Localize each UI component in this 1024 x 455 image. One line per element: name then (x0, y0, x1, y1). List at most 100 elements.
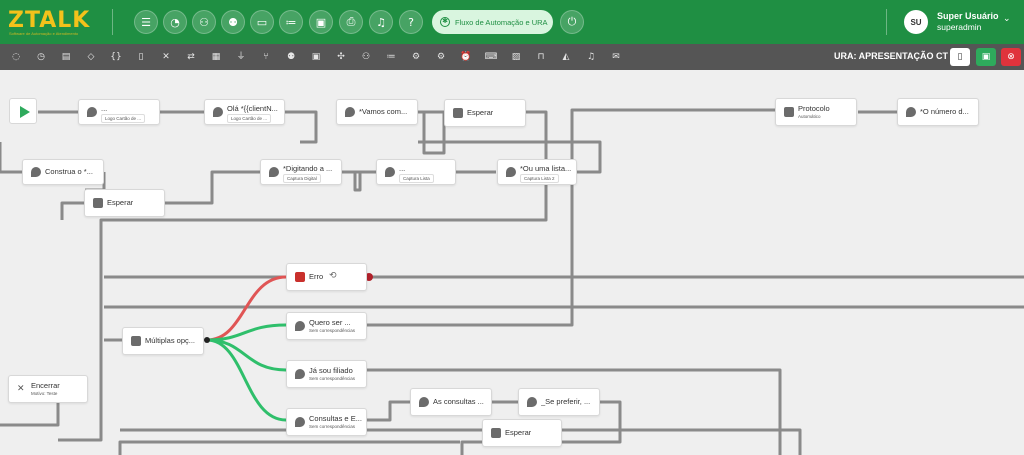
tag-icon[interactable]: ◇ (84, 50, 98, 64)
alarm-icon (93, 198, 103, 208)
chat-bubble-icon (31, 167, 41, 177)
message-node[interactable]: As consultas ... (410, 388, 492, 416)
chat-bubble-icon (506, 167, 516, 177)
delete-icon[interactable]: ⊗ (1001, 48, 1021, 66)
node-title: Já sou filiado (309, 366, 353, 375)
user-role: superadmin (937, 22, 982, 32)
avatar[interactable]: SU (904, 10, 928, 34)
protocol-node[interactable]: Protocolo Automático (775, 98, 857, 126)
wait-node[interactable]: Esperar (482, 419, 562, 447)
chat-bubble-icon (269, 167, 279, 177)
alarm-icon[interactable]: ⏰ (459, 50, 473, 64)
message-node[interactable]: Construa o *... (22, 159, 104, 185)
swap-icon[interactable]: ⇄ (184, 50, 198, 64)
device-icon[interactable]: ▯ (950, 48, 970, 66)
node-title: ... (101, 104, 108, 113)
top-header: ZTALK Software de Automação e Atendiment… (0, 0, 1024, 44)
user-check-icon[interactable]: ⚇ (359, 50, 373, 64)
node-subtitle: Motivo: Teste (31, 391, 58, 396)
lock-icon[interactable]: ⊓ (534, 50, 548, 64)
option-node[interactable]: Já sou filiado Sem correspondências (286, 360, 367, 388)
table-icon (131, 336, 141, 346)
automation-flow-label: Fluxo de Automação e URA (455, 17, 548, 27)
message-node[interactable]: Olá *{{clientN... Logo Cartão de ... (204, 99, 285, 125)
end-node[interactable]: ✕ Encerrar Motivo: Teste (8, 375, 88, 403)
list-icon[interactable]: ☰ (134, 10, 158, 34)
message-icon[interactable]: ◌ (9, 50, 23, 64)
keyboard-icon[interactable]: ⌨ (484, 50, 498, 64)
chat-bubble-icon (419, 397, 429, 407)
print-icon[interactable]: ⎙ (339, 10, 363, 34)
table-icon[interactable]: ▦ (209, 50, 223, 64)
node-title: Múltiplas opç... (145, 336, 196, 345)
chat-icon[interactable]: ▭ (250, 10, 274, 34)
dashboard-icon[interactable]: ◔ (163, 10, 187, 34)
start-node[interactable] (9, 98, 37, 124)
node-title: Esperar (505, 428, 532, 437)
gear-plus-icon[interactable]: ⚙ (434, 50, 448, 64)
book-icon[interactable]: ▯ (134, 50, 148, 64)
node-subtitle: Sem correspondências (309, 424, 356, 429)
close-icon[interactable]: ✕ (159, 50, 173, 64)
node-title: ... (399, 164, 406, 173)
option-node[interactable]: Consultas e E... Sem correspondências (286, 408, 367, 436)
capture-node[interactable]: ... Captura Lista (376, 159, 456, 185)
error-node[interactable]: Erro ⟲ (286, 263, 367, 291)
option-node[interactable]: Quero ser ... Sem correspondências (286, 312, 367, 340)
branch-icon[interactable]: ⑂ (259, 50, 273, 64)
alarm-icon (453, 108, 463, 118)
capture-node[interactable]: *Digitando a ... Captura Digital (260, 159, 342, 185)
chat-bubble-icon (527, 397, 537, 407)
gears-icon[interactable]: ⚙ (409, 50, 423, 64)
power-icon[interactable]: ⏻ (560, 10, 584, 34)
chat-bubble-icon (906, 107, 916, 117)
capture-node[interactable]: *Ou uma lista... Captura Lista 2 (497, 159, 577, 185)
message-node[interactable]: *Vamos com... (336, 99, 418, 125)
flow-canvas[interactable]: ... Logo Cartão de ... Olá *{{clientN...… (0, 70, 1024, 455)
node-subtitle: Captura Lista (399, 174, 434, 183)
chat-bubble-icon (87, 107, 97, 117)
node-title: Encerrar (31, 381, 60, 390)
brand-logo[interactable]: ZTALK (8, 8, 90, 33)
variable-icon[interactable]: {} (109, 50, 123, 64)
protocol-icon (784, 107, 794, 117)
image-icon[interactable]: ▨ (509, 50, 523, 64)
user-settings-icon[interactable]: ⚉ (284, 50, 298, 64)
plug-icon[interactable]: ⏚ (234, 50, 248, 64)
help-icon[interactable]: ? (399, 10, 423, 34)
chat-bubble-icon (213, 107, 223, 117)
node-title: *Vamos com... (359, 107, 408, 116)
bell-icon[interactable]: ♫ (369, 10, 393, 34)
network-icon[interactable]: ✣ (334, 50, 348, 64)
wait-node[interactable]: Esperar (444, 99, 526, 127)
brand-tagline: Software de Automação e Atendimento (9, 31, 79, 36)
card-icon[interactable]: ▤ (59, 50, 73, 64)
play-icon (20, 106, 30, 118)
multiple-options-node[interactable]: Múltiplas opç... (122, 327, 204, 355)
node-subtitle: Automático (798, 114, 821, 119)
refresh-icon[interactable]: ⟲ (329, 271, 337, 281)
tasks-icon[interactable]: ≔ (279, 10, 303, 34)
user-name[interactable]: Super Usuário (937, 11, 999, 21)
contacts-book-icon[interactable]: ▣ (309, 10, 333, 34)
node-title: Protocolo (798, 104, 830, 113)
chart-icon[interactable]: ◭ (559, 50, 573, 64)
automation-flow-tab[interactable]: ✱ Fluxo de Automação e URA (432, 10, 553, 34)
bell-icon[interactable]: ♫ (584, 50, 598, 64)
message-node[interactable]: *O número d... (897, 98, 979, 126)
contact-card-icon[interactable]: ▣ (309, 50, 323, 64)
ura-title: URA: APRESENTAÇÃO CT (834, 51, 948, 61)
message-node[interactable]: ... Logo Cartão de ... (78, 99, 160, 125)
contacts-icon[interactable]: ⚇ (192, 10, 216, 34)
save-icon[interactable]: ▣ (976, 48, 996, 66)
checklist-icon[interactable]: ≔ (384, 50, 398, 64)
node-title: Quero ser ... (309, 318, 351, 327)
node-title: Erro (309, 272, 324, 281)
mail-icon[interactable]: ✉ (609, 50, 623, 64)
wait-node[interactable]: Esperar (84, 189, 165, 217)
clock-icon[interactable]: ◷ (34, 50, 48, 64)
add-user-icon[interactable]: ⚉ (221, 10, 245, 34)
chevron-down-icon[interactable]: ⌄ (1003, 14, 1011, 24)
node-title: *Digitando a ... (283, 164, 333, 173)
message-node[interactable]: _Se preferir, ... (518, 388, 600, 416)
